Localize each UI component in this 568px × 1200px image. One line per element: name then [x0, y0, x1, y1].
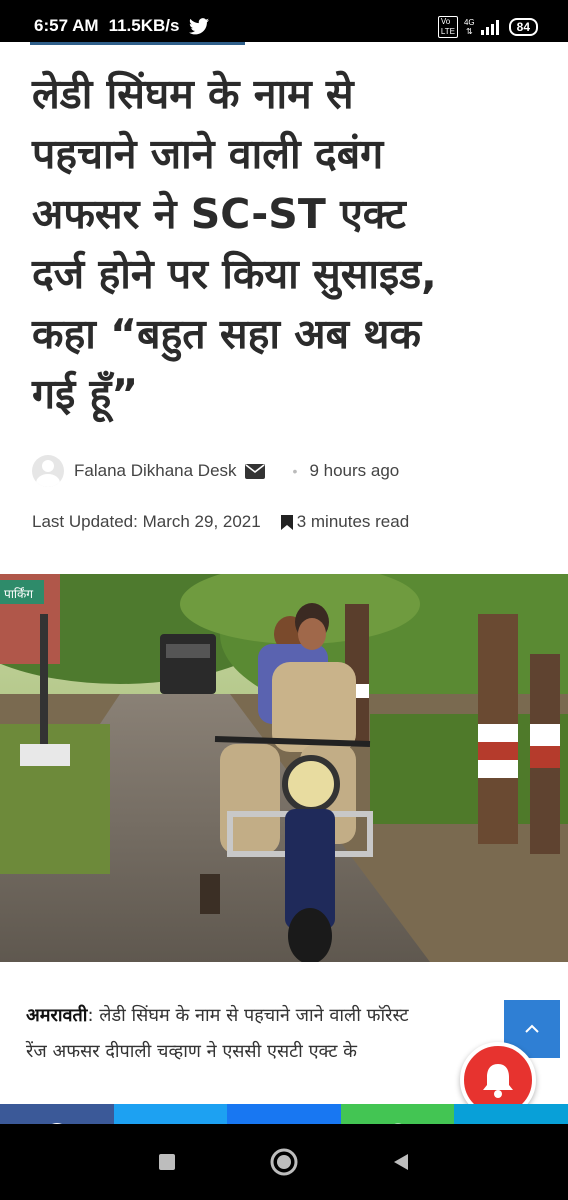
author-name[interactable]: Falana Dikhana Desk	[74, 461, 237, 481]
photo-sign-text: पार्किंग	[4, 587, 33, 601]
status-time: 6:57 AM	[34, 16, 99, 35]
last-updated: Last Updated: March 29, 2021	[32, 512, 261, 531]
signal-icon	[480, 20, 499, 35]
headline-line: लेडी सिंघम के नाम से	[32, 70, 354, 118]
system-nav-bar	[0, 1124, 568, 1200]
status-speed: 11.5KB/s	[108, 16, 180, 35]
headline-line: पहचाने जाने वाली दबंग	[32, 130, 384, 178]
article-photo: पार्किंग	[0, 574, 568, 962]
bookmark-icon	[280, 514, 293, 530]
author-meta: Falana Dikhana Desk • 9 hours ago	[32, 454, 399, 488]
time-ago: 9 hours ago	[309, 461, 400, 480]
read-time: 3 minutes read	[296, 512, 410, 531]
share-telegram-button[interactable]	[454, 1104, 568, 1124]
battery-indicator: 84	[508, 18, 538, 36]
article-headline: लेडी सिंघम के नाम से पहचाने जाने वाली दब…	[32, 64, 542, 424]
network-type: 4G ⇅	[463, 18, 475, 36]
body-line: अमरावती: लेडी सिंघम के नाम से पहचाने जान…	[26, 1005, 409, 1026]
bell-icon	[483, 1064, 513, 1098]
status-left: 6:57 AM 11.5KB/s	[34, 16, 210, 36]
home-button[interactable]	[226, 1147, 343, 1177]
headline-line: अफसर ने SC-ST एक्ट	[32, 190, 406, 238]
volte-icon: Vo LTE	[437, 16, 458, 38]
article-page[interactable]: लेडी सिंघम के नाम से पहचाने जाने वाली दब…	[0, 42, 568, 1124]
back-button[interactable]	[343, 1152, 460, 1172]
share-bar	[0, 1104, 568, 1124]
mail-icon[interactable]	[244, 463, 265, 479]
headline-line: दर्ज होने पर किया सुसाइड,	[32, 250, 437, 298]
home-circle-icon	[270, 1148, 298, 1176]
share-messenger-button[interactable]	[227, 1104, 341, 1124]
share-whatsapp-button[interactable]	[340, 1104, 455, 1124]
update-meta: Last Updated: March 29, 2021 3 minutes r…	[32, 512, 409, 532]
status-right: Vo LTE 4G ⇅ 84	[437, 16, 538, 38]
author-avatar[interactable]	[32, 455, 64, 487]
meta-separator-dot: •	[292, 463, 298, 479]
recents-button[interactable]	[109, 1153, 226, 1171]
headline-line: कहा “बहुत सहा अब थक	[32, 310, 421, 358]
chevron-up-icon	[525, 1024, 539, 1033]
share-twitter-button[interactable]	[113, 1104, 228, 1124]
twitter-notification-icon	[189, 17, 210, 34]
photo-illustration: पार्किंग	[0, 574, 568, 962]
category-strip	[30, 42, 245, 45]
recents-square-icon	[159, 1154, 175, 1170]
share-facebook-button[interactable]	[0, 1104, 114, 1124]
back-triangle-icon	[394, 1154, 408, 1170]
headline-line: गई हूँ”	[32, 370, 139, 418]
body-location: अमरावती	[26, 1005, 88, 1026]
